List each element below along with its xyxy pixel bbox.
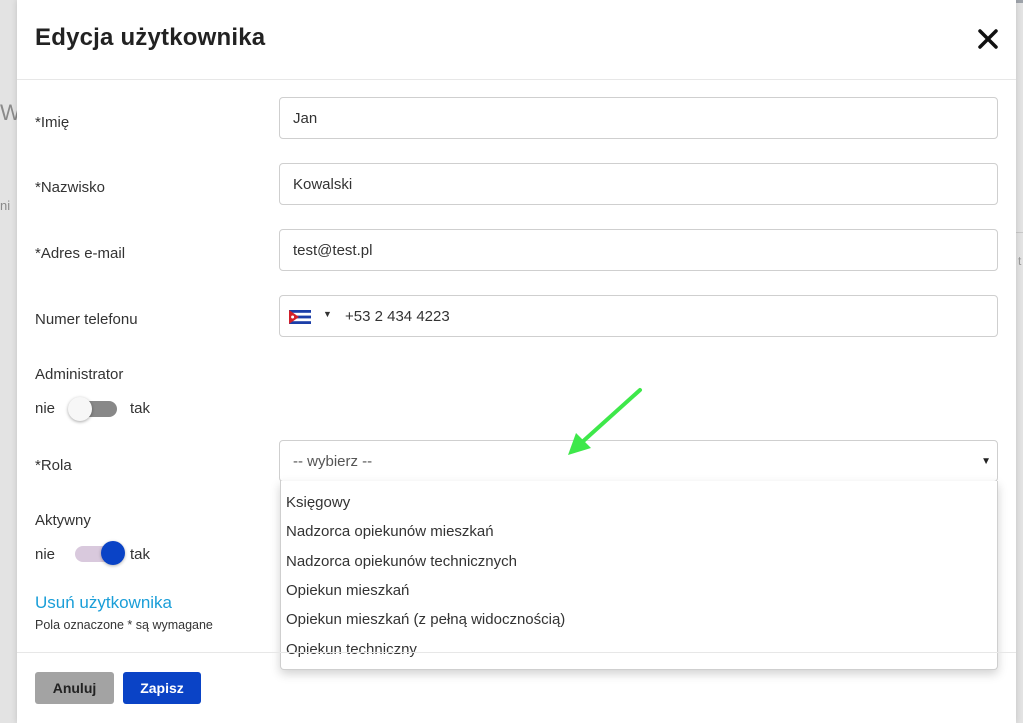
role-option[interactable]: Nadzorca opiekunów mieszkań (281, 517, 997, 546)
required-fields-note: Pola oznaczone * są wymagane (35, 618, 213, 632)
first-name-input[interactable] (279, 97, 998, 139)
admin-label: Administrator (35, 366, 124, 383)
role-option[interactable]: Księgowy (281, 488, 997, 517)
active-on-label: tak (130, 546, 151, 563)
active-toggle-knob (101, 541, 125, 565)
phone-label: Numer telefonu (35, 311, 138, 328)
edit-user-dialog: Edycja użytkownika *Imię *Nazwisko *Adre… (17, 0, 1016, 723)
active-off-label: nie (35, 546, 56, 563)
admin-toggle-knob (68, 397, 92, 421)
chevron-down-icon: ▼ (981, 456, 991, 467)
background-partial-text: ni (0, 198, 11, 213)
dialog-header: Edycja użytkownika (17, 0, 1016, 80)
admin-off-label: nie (35, 400, 56, 417)
role-option[interactable]: Opiekun mieszkań (z pełną widocznością) (281, 605, 997, 634)
dialog-footer-divider (17, 652, 1016, 653)
role-dropdown-list: Księgowy Nadzorca opiekunów mieszkań Nad… (280, 481, 998, 670)
active-label: Aktywny (35, 512, 91, 529)
last-name-label: *Nazwisko (35, 179, 106, 196)
active-toggle[interactable] (72, 541, 127, 567)
delete-user-link[interactable]: Usuń użytkownika (35, 593, 172, 613)
save-button[interactable]: Zapisz (123, 672, 201, 704)
email-label: *Adres e-mail (35, 245, 126, 262)
cuba-flag-icon[interactable] (289, 310, 311, 324)
phone-field[interactable]: ▼ +53 2 434 4223 (279, 295, 998, 337)
background-divider (1016, 232, 1023, 233)
dialog-title: Edycja użytkownika (35, 24, 266, 51)
cancel-button[interactable]: Anuluj (35, 672, 114, 704)
role-option[interactable]: Opiekun techniczny (281, 635, 997, 664)
email-input[interactable] (279, 229, 998, 271)
background-partial-text: t (1018, 254, 1022, 268)
role-label: *Rola (35, 457, 72, 474)
admin-toggle[interactable] (68, 396, 121, 422)
country-dropdown-caret-icon[interactable]: ▼ (323, 309, 332, 319)
phone-number-value[interactable]: +53 2 434 4223 (345, 308, 450, 325)
close-icon (978, 29, 998, 49)
annotation-arrow-icon (568, 388, 642, 455)
close-button[interactable] (973, 24, 1003, 54)
role-selected-value: -- wybierz -- (293, 453, 373, 470)
role-option[interactable]: Opiekun mieszkań (281, 576, 997, 605)
first-name-label: *Imię (35, 114, 70, 131)
last-name-input[interactable] (279, 163, 998, 205)
role-option[interactable]: Nadzorca opiekunów technicznych (281, 547, 997, 576)
admin-on-label: tak (130, 400, 151, 417)
